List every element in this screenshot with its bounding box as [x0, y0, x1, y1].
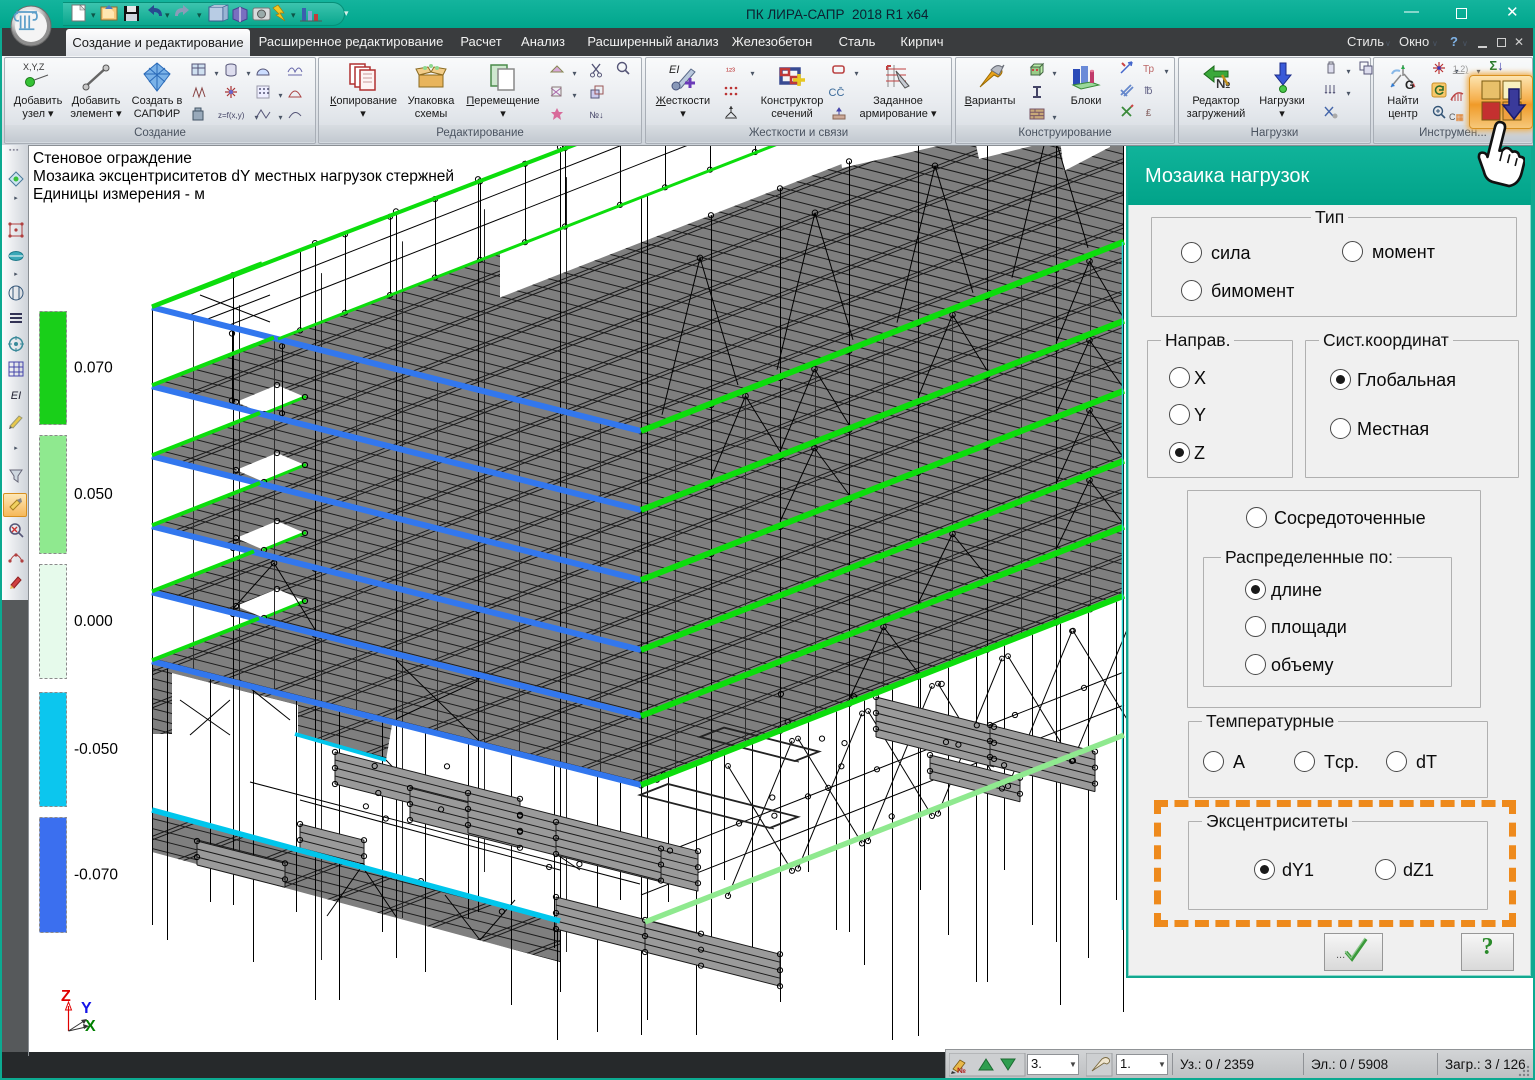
svg-text:▾: ▾: [165, 10, 170, 20]
svg-text:EI: EI: [669, 64, 679, 76]
svg-text:Y: Y: [81, 1000, 92, 1017]
svg-text:Z: Z: [61, 988, 71, 1005]
svg-text:Стеновое ограждение: Стеновое ограждение: [33, 150, 192, 167]
svg-text:▾: ▾: [291, 10, 296, 20]
svg-text:-0.050: -0.050: [74, 741, 118, 758]
svg-text:X,Y,Z: X,Y,Z: [23, 62, 45, 72]
svg-text:№: №: [957, 1066, 966, 1075]
svg-text:Мозаика эксцентриситетов dY ме: Мозаика эксцентриситетов dY местных нагр…: [33, 168, 454, 185]
svg-text:▾: ▾: [91, 10, 96, 20]
svg-text:Единицы измерения - м: Единицы измерения - м: [33, 186, 205, 203]
svg-text:0.070: 0.070: [74, 360, 113, 377]
svg-text:0.000: 0.000: [74, 613, 113, 630]
svg-text:0.050: 0.050: [74, 486, 113, 503]
svg-text:-0.070: -0.070: [74, 867, 118, 884]
svg-text:...: ...: [1336, 949, 1345, 961]
svg-text:▾: ▾: [197, 10, 202, 20]
svg-text:G: G: [1405, 78, 1414, 92]
